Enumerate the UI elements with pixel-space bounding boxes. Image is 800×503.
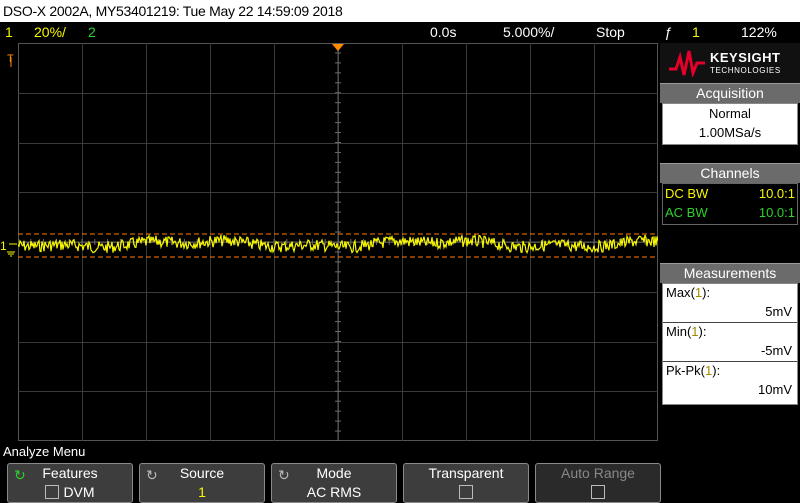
waveform-display[interactable]: [18, 43, 658, 441]
channel-row-2[interactable]: AC BW 10.0:1: [663, 203, 797, 222]
trigger-edge-icon: ƒ: [664, 24, 672, 40]
softkey-mode-label: Mode: [316, 465, 352, 481]
softkey-source-value: 1: [198, 484, 206, 500]
timebase[interactable]: 5.000%/: [503, 22, 554, 42]
softkey-features-value: DVM: [63, 484, 95, 500]
measurement-min-value: -5mV: [760, 343, 792, 358]
channel-1-coupling: DC BW: [665, 186, 709, 201]
right-panel: KEYSIGHT TECHNOLOGIES Acquisition Normal…: [660, 43, 800, 441]
ch1-ground-marker[interactable]: 1: [0, 239, 7, 253]
softkey-mode-value: AC RMS: [306, 484, 362, 500]
softkey-source-label: Source: [179, 465, 225, 481]
softkey-bar: ↻ Features DVM ↻ Source 1 ↻ Mode AC RMS …: [0, 461, 800, 503]
softkey-auto-range[interactable]: Auto Range: [535, 463, 661, 503]
status-bar: 1 20%/ 2 0.0s 5.000%/ Stop ƒ 1 122%: [0, 22, 800, 42]
measurement-pkpk-value: 10mV: [758, 382, 792, 397]
measurement-max-label: Max: [666, 285, 691, 300]
acquisition-box: Normal 1.00MSa/s: [662, 103, 798, 145]
checkbox-icon: [459, 485, 473, 499]
checkbox-icon: [45, 485, 60, 499]
softkey-mode[interactable]: ↻ Mode AC RMS: [271, 463, 397, 503]
menu-title: Analyze Menu: [3, 444, 86, 459]
measurements-header: Measurements: [660, 263, 800, 283]
title-bar: DSO-X 2002A, MY53401219: Tue May 22 14:5…: [0, 0, 800, 22]
keysight-logo: KEYSIGHT TECHNOLOGIES: [660, 43, 800, 83]
channel-2-coupling: AC BW: [665, 205, 708, 220]
brand-sub: TECHNOLOGIES: [710, 66, 781, 75]
measurement-pkpk-label: Pk-Pk: [666, 363, 701, 378]
run-state[interactable]: Stop: [596, 22, 625, 42]
channels-box: DC BW 10.0:1 AC BW 10.0:1: [662, 183, 798, 225]
sample-rate: 1.00MSa/s: [698, 125, 762, 140]
softkey-auto-range-label: Auto Range: [561, 465, 635, 481]
softkey-transparent-label: Transparent: [428, 465, 504, 481]
ch1-indicator[interactable]: 1: [5, 22, 13, 42]
channel-2-probe: 10.0:1: [758, 205, 795, 220]
measurement-max-channel: 1: [694, 285, 703, 300]
ground-icon: [7, 251, 15, 257]
ch1-scale[interactable]: 20%/: [34, 22, 66, 42]
measurements-box: Max(1): 5mV Min(1): -5mV Pk-Pk(1): 10mV: [662, 283, 798, 405]
trigger-channel[interactable]: 1: [692, 22, 700, 42]
ch2-indicator[interactable]: 2: [88, 22, 96, 42]
measurement-min[interactable]: Min(1): -5mV: [663, 323, 797, 362]
acquisition-header: Acquisition: [660, 83, 800, 103]
left-gutter: T 1: [0, 43, 18, 441]
window-title: DSO-X 2002A, MY53401219: Tue May 22 14:5…: [3, 3, 343, 19]
softkey-features[interactable]: ↻ Features DVM: [7, 463, 133, 503]
measurement-max[interactable]: Max(1): 5mV: [663, 284, 797, 323]
measurement-pkpk-channel: 1: [705, 363, 713, 378]
channel-row-1[interactable]: DC BW 10.0:1: [663, 184, 797, 203]
measurement-min-label: Min: [666, 324, 687, 339]
measurement-pkpk[interactable]: Pk-Pk(1): 10mV: [663, 362, 797, 400]
softkey-features-label: Features: [42, 465, 98, 481]
brand-name: KEYSIGHT: [710, 50, 781, 65]
time-offset[interactable]: 0.0s: [430, 22, 456, 42]
keysight-wave-icon: [669, 50, 705, 77]
channels-header: Channels: [660, 163, 800, 183]
checkbox-icon: [591, 485, 605, 499]
graticule: [18, 43, 658, 441]
measurement-max-value: 5mV: [765, 304, 792, 319]
trigger-level[interactable]: 122%: [741, 22, 777, 42]
softkey-source[interactable]: ↻ Source 1: [139, 463, 265, 503]
trigger-position-marker: [332, 44, 344, 51]
channel-1-probe: 10.0:1: [758, 186, 795, 201]
softkey-transparent[interactable]: Transparent: [403, 463, 529, 503]
measurement-min-channel: 1: [691, 324, 699, 339]
acquisition-mode: Normal: [709, 106, 751, 121]
